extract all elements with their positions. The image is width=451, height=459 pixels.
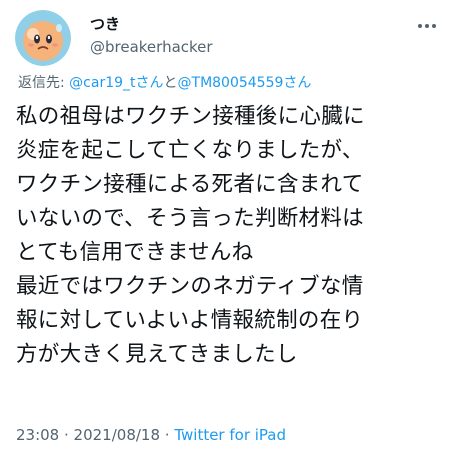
tweet-client[interactable]: Twitter for iPad (174, 426, 286, 444)
tweet-text-line: とても信用できませんね (16, 240, 254, 265)
meta-separator: · (59, 426, 74, 444)
tweet-text-line: 報に対していよいよ情報統制の在り (16, 308, 364, 333)
tweet-text: 私の祖母はワクチン接種後に心臓に 炎症を起こして亡くなりましたが、 ワクチン接種… (16, 100, 446, 372)
reply-context: 返信先: @car19_tさんと@TM80054559さん (18, 73, 311, 93)
reply-conjunction: と (163, 75, 178, 91)
avatar[interactable] (15, 10, 71, 66)
user-handle[interactable]: @breakerhacker (90, 36, 213, 58)
tweet-text-line: 私の祖母はワクチン接種後に心臓に (16, 104, 365, 129)
reply-mention-2[interactable]: @TM80054559さん (178, 75, 312, 91)
tweet-text-line: 方が大きく見えてきましたし (16, 342, 298, 367)
display-name[interactable]: つき (90, 14, 213, 34)
avatar-image (15, 10, 71, 66)
tweet-text-line: 炎症を起こして亡くなりましたが、 (16, 138, 364, 163)
tweet-time[interactable]: 23:08 (16, 426, 59, 444)
more-dots-icon[interactable] (415, 14, 439, 38)
tweet-text-line: ワクチン接種による死者に含まれて (16, 172, 364, 197)
tweet-header: つき @breakerhacker (15, 10, 439, 66)
user-names: つき @breakerhacker (90, 14, 213, 58)
tweet-meta: 23:08 · 2021/08/18 · Twitter for iPad (16, 425, 286, 445)
tweet-text-line: いないので、そう言った判断材料は (16, 206, 364, 231)
tweet-date[interactable]: 2021/08/18 (74, 426, 160, 444)
reply-prefix: 返信先: (18, 75, 70, 91)
tweet: つき @breakerhacker 返信先: @car19_tさんと@TM800… (0, 0, 451, 459)
meta-separator: · (160, 426, 175, 444)
tweet-text-line: 最近ではワクチンのネガティブな情 (16, 274, 364, 299)
reply-mention-1[interactable]: @car19_tさん (69, 75, 163, 91)
